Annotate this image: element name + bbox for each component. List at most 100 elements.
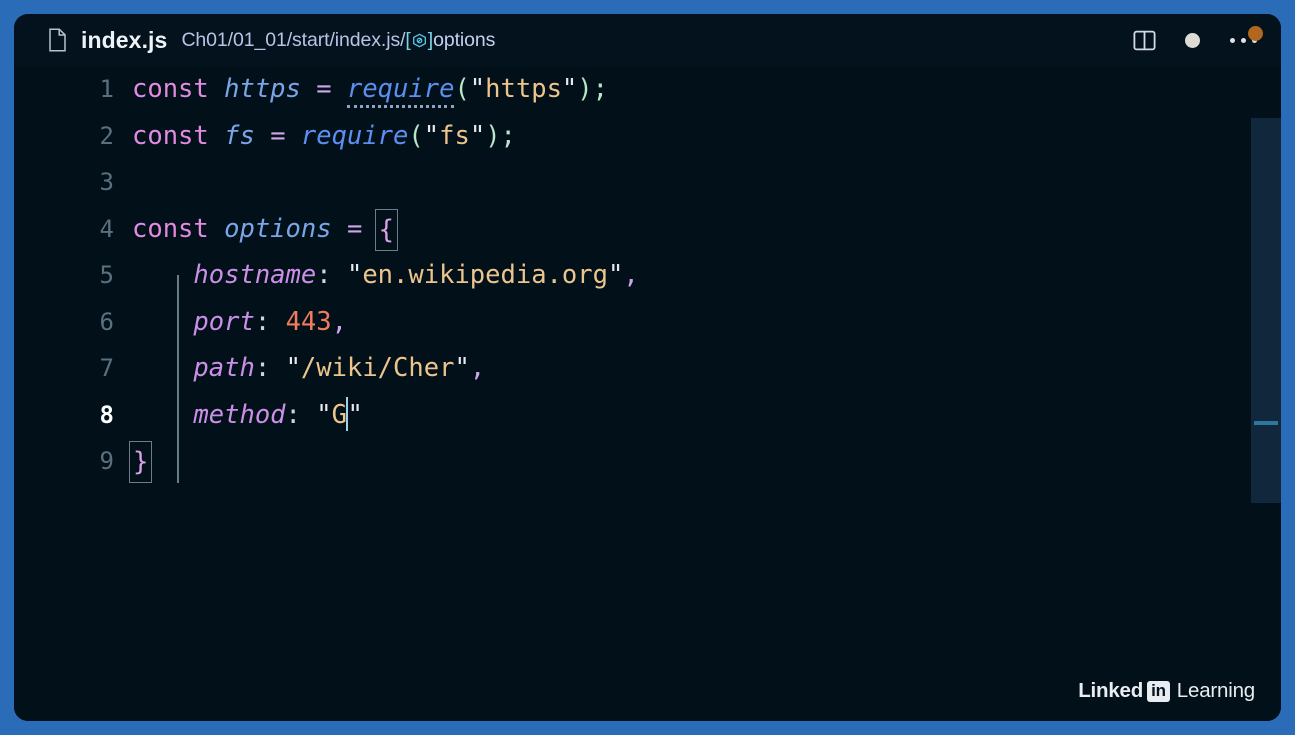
token-property: path	[193, 353, 255, 383]
file-name-label: index.js	[81, 26, 168, 53]
code-content[interactable]: 1 const https = require("https"); 2 cons…	[14, 66, 1281, 721]
token-comma: ,	[623, 260, 639, 290]
code-editor[interactable]: 1 const https = require("https"); 2 cons…	[14, 66, 1281, 721]
code-line[interactable]: 1 const https = require("https");	[14, 66, 1281, 113]
titlebar-actions	[1132, 28, 1259, 53]
token-variable: https	[224, 74, 301, 104]
split-editor-icon[interactable]	[1132, 28, 1157, 53]
token-operator: =	[346, 213, 363, 244]
object-cube-icon	[411, 33, 428, 48]
token-keyword: const	[132, 74, 209, 104]
token-quote: "	[316, 399, 332, 430]
line-content[interactable]: port: 443,	[132, 299, 1281, 346]
token-comma: ,	[331, 306, 347, 337]
code-line[interactable]: 6 port: 443,	[14, 299, 1281, 346]
linkedin-in-icon: in	[1147, 680, 1170, 702]
code-line-current[interactable]: 8 method: "G"	[14, 392, 1281, 439]
line-content[interactable]: const https = require("https");	[132, 66, 1281, 113]
line-content[interactable]: const options = {	[132, 206, 1281, 253]
token-string: G	[331, 399, 347, 430]
corner-accent-dot	[1248, 26, 1263, 41]
token-quote: "	[285, 353, 301, 383]
line-number: 9	[99, 447, 114, 475]
token-number: 443	[285, 306, 332, 337]
token-semicolon: ;	[500, 120, 516, 151]
token-keyword: const	[132, 120, 209, 151]
token-quote: "	[423, 120, 440, 151]
token-string: https	[485, 74, 562, 104]
indent-guide	[177, 275, 179, 483]
token-string: /wiki/Cher	[300, 353, 455, 383]
token-quote: "	[346, 260, 363, 290]
line-content[interactable]: hostname: "en.wikipedia.org",	[132, 252, 1281, 299]
line-number: 4	[99, 214, 114, 243]
matching-brace-close: }	[129, 441, 153, 483]
token-string: fs	[439, 120, 470, 151]
token-keyword: const	[132, 213, 209, 244]
breadcrumb-symbol-name[interactable]: options	[433, 29, 495, 52]
token-paren: (	[408, 120, 424, 151]
editor-window: index.js Ch01/01_01/start/index.js/ [ ] …	[14, 14, 1281, 721]
token-variable: options	[224, 213, 332, 244]
code-line[interactable]: 9 }	[14, 438, 1281, 485]
line-number-current: 8	[99, 400, 114, 429]
token-property: port	[193, 306, 255, 337]
line-number: 7	[99, 354, 114, 382]
token-operator: =	[316, 74, 332, 104]
code-line[interactable]: 4 const options = {	[14, 206, 1281, 253]
token-colon: :	[254, 353, 271, 383]
token-colon: :	[254, 306, 271, 337]
watermark-learning-text: Learning	[1176, 679, 1255, 702]
app-frame: index.js Ch01/01_01/start/index.js/ [ ] …	[0, 0, 1295, 735]
watermark-linked-text: Linked	[1078, 679, 1144, 702]
breadcrumb-path[interactable]: Ch01/01_01/start/index.js/	[181, 29, 405, 52]
file-icon	[48, 28, 67, 52]
line-content[interactable]: const fs = require("fs");	[132, 113, 1281, 160]
line-number: 1	[99, 75, 114, 103]
token-function: require	[346, 74, 455, 108]
line-number: 5	[99, 261, 114, 289]
matching-brace-open: {	[374, 208, 399, 251]
linkedin-learning-watermark: Linked in Learning	[1078, 679, 1255, 703]
token-paren: (	[454, 74, 470, 104]
breadcrumb[interactable]: Ch01/01_01/start/index.js/ [ ] options	[181, 29, 495, 52]
token-property: hostname	[193, 260, 317, 290]
titlebar: index.js Ch01/01_01/start/index.js/ [ ] …	[14, 14, 1281, 66]
token-colon: :	[285, 399, 301, 430]
code-line[interactable]: 2 const fs = require("fs");	[14, 113, 1281, 160]
token-quote: "	[561, 74, 578, 104]
token-string: en.wikipedia.org	[362, 260, 608, 290]
line-number: 6	[99, 307, 114, 336]
line-content[interactable]: }	[129, 438, 1281, 485]
scrollbar-slider[interactable]	[1251, 118, 1281, 503]
token-comma: ,	[469, 353, 486, 383]
token-quote: "	[469, 74, 486, 104]
line-number: 3	[99, 168, 114, 196]
token-property: method	[193, 399, 286, 430]
line-content[interactable]: method: "G"	[132, 392, 1281, 439]
token-semicolon: ;	[592, 74, 608, 104]
token-quote: "	[347, 399, 363, 430]
line-number: 2	[99, 121, 114, 150]
token-quote: "	[454, 353, 470, 383]
token-quote: "	[469, 120, 486, 151]
code-line[interactable]: 3	[14, 159, 1281, 206]
token-colon: :	[316, 260, 332, 290]
unsaved-indicator-icon[interactable]	[1185, 32, 1200, 48]
line-content[interactable]: path: "/wiki/Cher",	[132, 345, 1281, 392]
token-paren: )	[485, 120, 501, 151]
token-quote: "	[607, 260, 624, 290]
token-paren: )	[577, 74, 593, 104]
editor-scrollbar[interactable]	[1251, 118, 1281, 721]
scrollbar-cursor-mark	[1254, 421, 1278, 425]
code-line[interactable]: 5 hostname: "en.wikipedia.org",	[14, 252, 1281, 299]
code-line[interactable]: 7 path: "/wiki/Cher",	[14, 345, 1281, 392]
token-variable: fs	[224, 120, 255, 151]
